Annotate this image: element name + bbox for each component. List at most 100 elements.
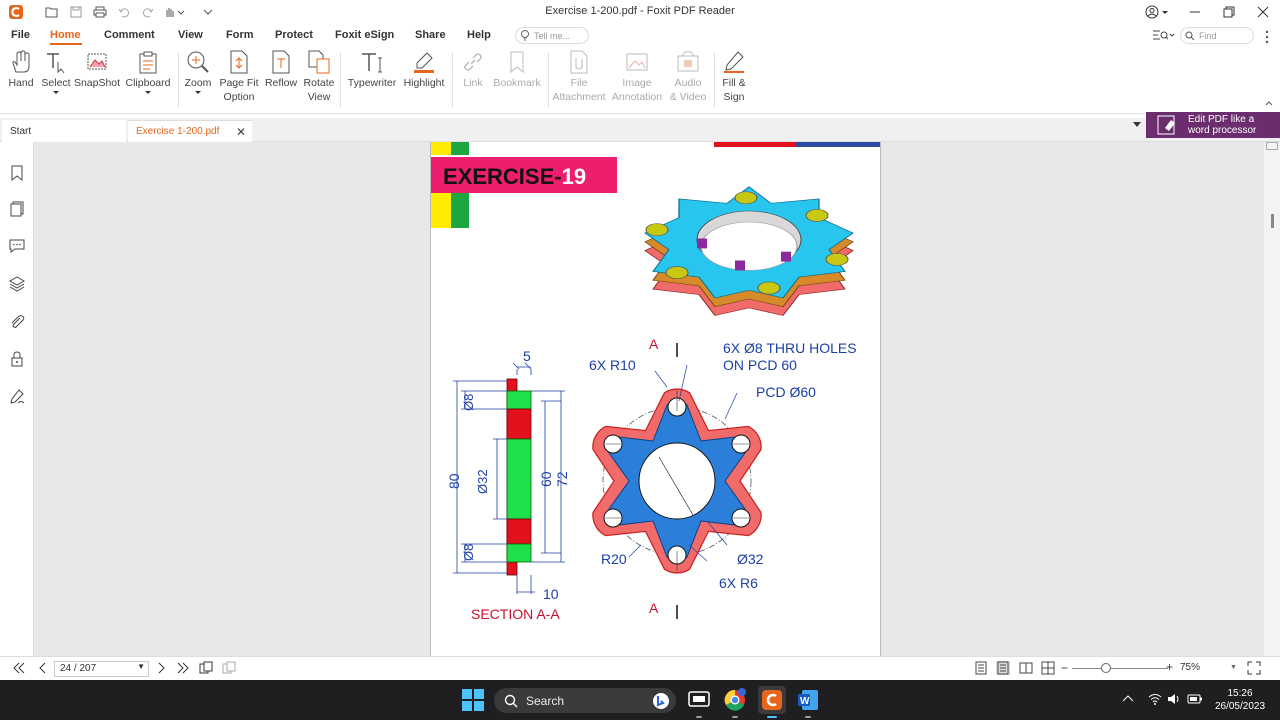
menu-form[interactable]: Form (226, 29, 254, 41)
continuous-view-icon[interactable] (996, 661, 1010, 675)
next-view-icon[interactable] (222, 661, 236, 675)
snapshot-button[interactable]: SnapShot (74, 50, 120, 90)
system-clock[interactable]: 15:26 26/05/2023 (1208, 687, 1272, 713)
link-button[interactable]: Link (458, 50, 488, 90)
reflow-button[interactable]: Reflow (263, 50, 299, 90)
bookmark-button[interactable]: Bookmark (492, 50, 542, 90)
single-page-view-icon[interactable] (974, 661, 988, 675)
layers-panel-icon[interactable] (8, 275, 26, 293)
file-attachment-button[interactable]: File Attachment (552, 50, 606, 104)
tab-start[interactable]: Start (2, 120, 126, 142)
zoom-dropdown-icon[interactable]: ▼ (1230, 664, 1237, 671)
menu-protect[interactable]: Protect (275, 29, 313, 41)
snapshot-icon (87, 53, 107, 70)
menu-comment[interactable]: Comment (104, 29, 155, 41)
menu-esign[interactable]: Foxit eSign (335, 29, 394, 41)
taskbar-search-box[interactable]: Search (494, 688, 676, 713)
vertical-scrollbar[interactable] (1264, 142, 1280, 656)
collapse-ribbon-icon[interactable] (1265, 100, 1273, 106)
ribbon-separator (452, 52, 453, 108)
hand-icon (12, 50, 30, 73)
edit-pdf-ad-banner[interactable]: Edit PDF like a word processor (1146, 112, 1280, 138)
dim-80: 80 (446, 473, 462, 489)
image-annotation-button[interactable]: Image Annotation (610, 50, 664, 104)
page-fit-button[interactable]: Page Fit Option (218, 50, 260, 104)
comments-panel-icon[interactable] (8, 237, 26, 255)
select-tool-button[interactable]: Select (40, 50, 72, 97)
zoom-level[interactable]: 75% (1180, 662, 1200, 673)
tell-me-box[interactable]: Tell me... (515, 27, 589, 44)
clipboard-icon (139, 51, 157, 74)
last-page-icon[interactable] (176, 661, 190, 675)
link-icon (464, 53, 482, 71)
foxit-taskbar-icon[interactable] (758, 686, 786, 714)
tab-document[interactable]: Exercise 1-200.pdf ✕ (128, 120, 252, 142)
page-number-value: 24 / 207 (60, 663, 97, 674)
zoom-slider-knob[interactable] (1101, 663, 1111, 673)
menu-share[interactable]: Share (415, 29, 446, 41)
audio-video-button[interactable]: Audio & Video (666, 50, 710, 104)
scrollbar-thumb[interactable] (1271, 214, 1274, 228)
show-hidden-icons[interactable] (1122, 694, 1134, 702)
continuous-facing-view-icon[interactable] (1041, 661, 1055, 675)
find-input[interactable]: Find (1180, 27, 1254, 44)
full-screen-icon[interactable] (1247, 661, 1261, 675)
bookmarks-panel-icon[interactable] (8, 164, 26, 182)
minimize-button[interactable] (1178, 0, 1212, 24)
search-icon (504, 694, 518, 707)
teams-chat-icon[interactable] (687, 688, 711, 712)
previous-page-icon[interactable] (36, 661, 50, 675)
fill-sign-button[interactable]: Fill & Sign (718, 50, 750, 104)
zoom-button[interactable]: Zoom (183, 50, 213, 97)
dim-d32-section: Ø32 (475, 469, 490, 494)
scroll-up-icon[interactable] (1266, 142, 1278, 150)
holes-note-line-1: 6X Ø8 THRU HOLES (723, 340, 857, 356)
close-tab-icon[interactable]: ✕ (236, 125, 246, 139)
bing-icon (653, 692, 669, 709)
window-title: Exercise 1-200.pdf - Foxit PDF Reader (545, 5, 735, 17)
menu-file[interactable]: File (11, 29, 30, 41)
zoom-in-icon[interactable]: + (1166, 660, 1173, 674)
more-options-icon[interactable] (1265, 30, 1269, 44)
start-menu-icon[interactable] (462, 689, 484, 711)
zoom-out-icon[interactable]: − (1061, 661, 1068, 675)
menu-home[interactable]: Home (50, 29, 81, 41)
typewriter-button[interactable]: Typewriter (346, 50, 398, 90)
word-icon[interactable]: W (796, 688, 820, 712)
previous-view-icon[interactable] (199, 661, 213, 675)
restore-button[interactable] (1212, 0, 1246, 24)
battery-icon[interactable] (1187, 694, 1203, 704)
chrome-icon[interactable] (723, 688, 747, 712)
highlight-button[interactable]: Highlight (401, 50, 447, 90)
menu-help[interactable]: Help (467, 29, 491, 41)
highlight-icon (414, 52, 434, 73)
signature-panel-icon[interactable] (8, 388, 26, 406)
pdf-page: EXERCISE-19 5 10 80 60 72 Ø8 Ø8 Ø32 SECT… (430, 142, 881, 656)
close-button[interactable] (1246, 0, 1280, 24)
technical-drawing: EXERCISE-19 5 10 80 60 72 Ø8 Ø8 Ø32 SECT… (431, 142, 880, 622)
select-text-icon (47, 53, 65, 74)
tab-list-dropdown-icon[interactable] (1133, 122, 1141, 127)
first-page-icon[interactable] (12, 661, 26, 675)
pages-panel-icon[interactable] (8, 200, 26, 218)
next-page-icon[interactable] (154, 661, 168, 675)
page-dropdown-icon[interactable]: ▼ (137, 662, 145, 671)
page-number-input[interactable]: 24 / 207 ▼ (54, 661, 149, 677)
rotate-view-button[interactable]: Rotate View (300, 50, 338, 104)
file-attachment-icon (570, 50, 588, 74)
dim-d8-top: Ø8 (461, 394, 476, 411)
security-panel-icon[interactable] (8, 350, 26, 368)
account-icon[interactable] (1138, 0, 1178, 24)
document-viewer[interactable]: EXERCISE-19 5 10 80 60 72 Ø8 Ø8 Ø32 SECT… (34, 142, 1264, 656)
color-mark-green (451, 142, 469, 155)
wifi-icon[interactable] (1148, 693, 1162, 705)
cut-line-label-top: A (649, 336, 659, 352)
hand-tool-button[interactable]: Hand (6, 50, 36, 90)
attachments-panel-icon[interactable] (8, 313, 26, 331)
search-options-icon[interactable] (1152, 28, 1176, 42)
zoom-slider-track[interactable] (1072, 668, 1168, 669)
clipboard-button[interactable]: Clipboard (124, 50, 172, 97)
facing-view-icon[interactable] (1019, 661, 1033, 675)
volume-icon[interactable] (1167, 693, 1181, 705)
menu-view[interactable]: View (178, 29, 203, 41)
